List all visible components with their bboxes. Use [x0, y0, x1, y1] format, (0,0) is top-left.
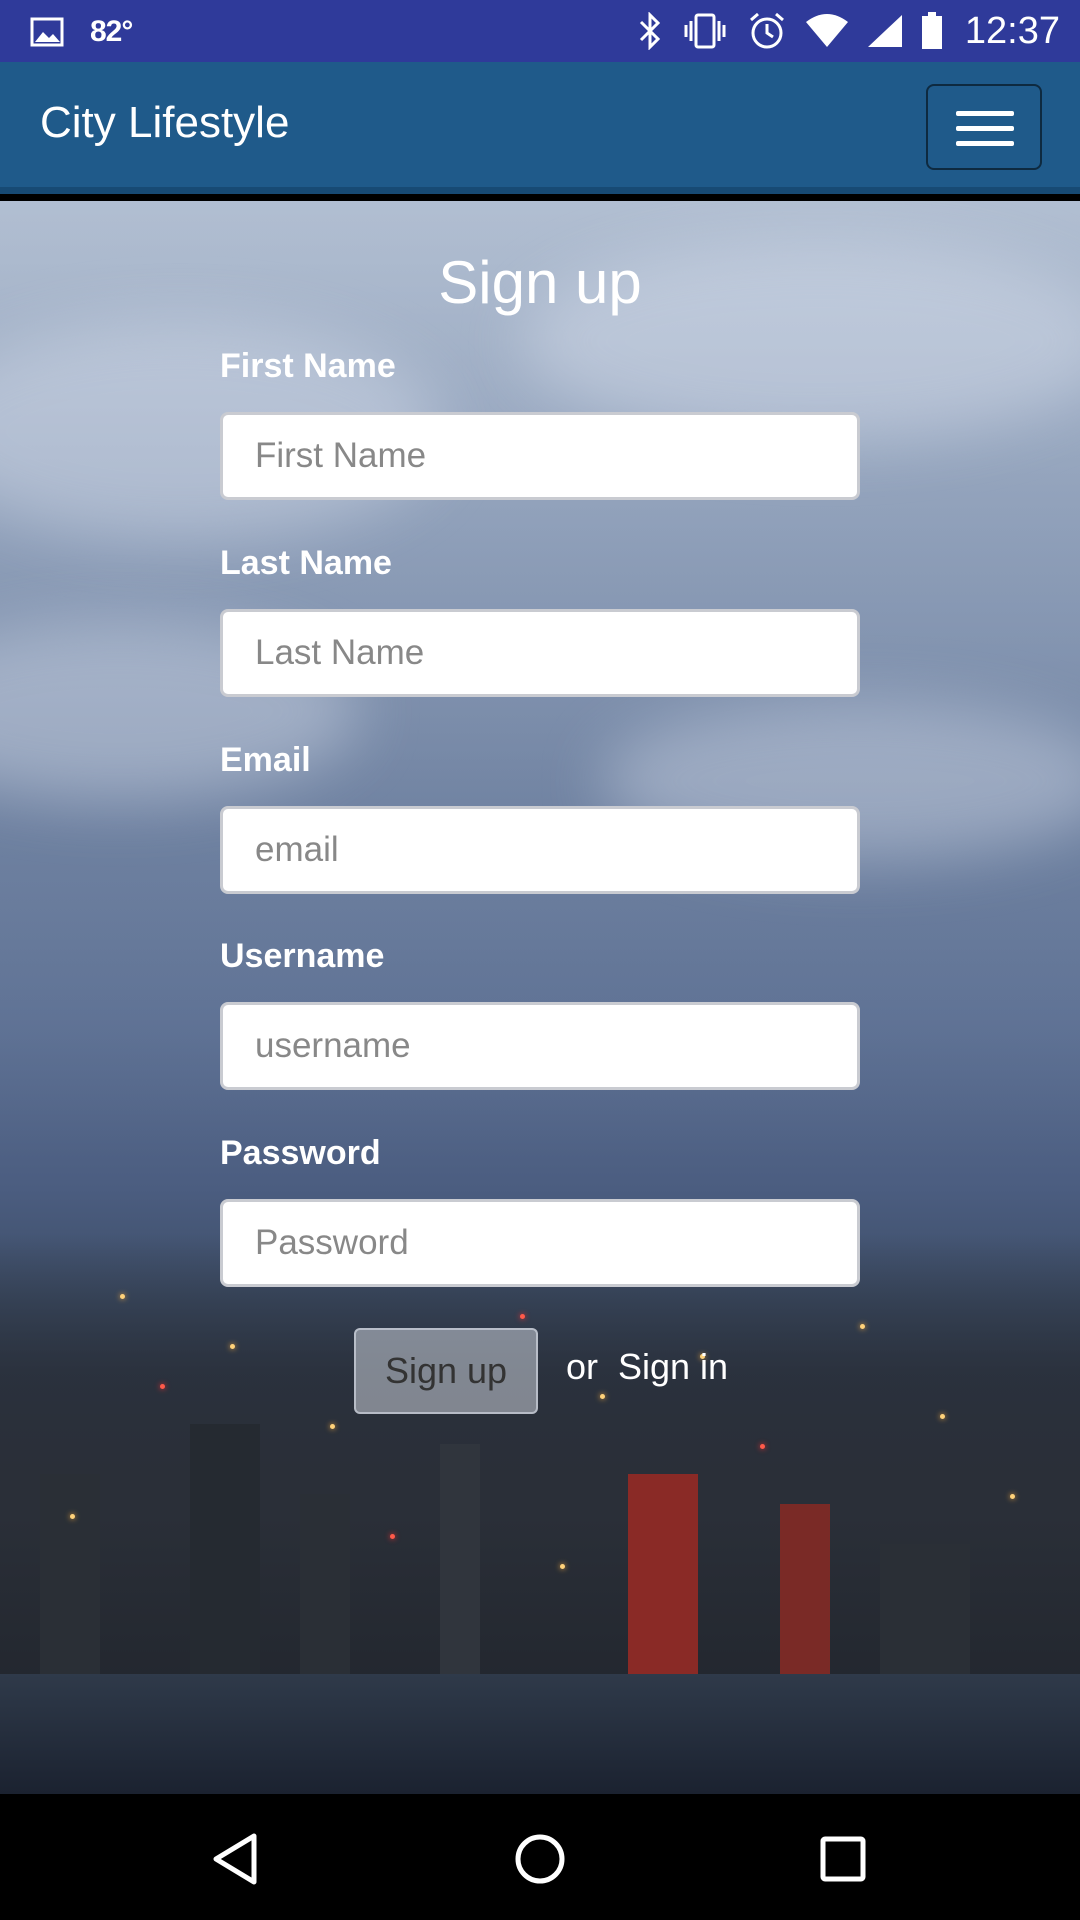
email-label: Email: [220, 741, 311, 779]
signal-icon: [867, 14, 903, 48]
home-icon: [515, 1834, 565, 1884]
wifi-icon: [805, 14, 849, 48]
image-icon: [30, 17, 64, 47]
background-image: Sign up First Name Last Name Email Usern…: [0, 201, 1080, 1794]
recents-icon: [820, 1836, 866, 1882]
password-input[interactable]: [220, 1199, 860, 1287]
last-name-label: Last Name: [220, 544, 392, 582]
password-label: Password: [220, 1134, 381, 1172]
first-name-label: First Name: [220, 347, 396, 385]
menu-button[interactable]: [926, 84, 1042, 170]
username-label: Username: [220, 937, 385, 975]
username-input[interactable]: [220, 1002, 860, 1090]
hamburger-menu-icon-bar: [956, 141, 1014, 146]
hamburger-menu-icon: [956, 111, 1014, 116]
recents-button[interactable]: [808, 1824, 878, 1894]
home-button[interactable]: [505, 1824, 575, 1894]
status-bar: 82° 12:37: [0, 0, 1080, 62]
or-text: or: [566, 1346, 599, 1387]
email-input[interactable]: [220, 806, 860, 894]
clock-text: 12:37: [964, 9, 1060, 52]
back-button[interactable]: [200, 1824, 270, 1894]
signin-link[interactable]: Sign in: [618, 1346, 728, 1388]
page-title: Sign up: [438, 249, 642, 316]
hamburger-menu-icon-bar: [956, 126, 1014, 131]
navigation-bar: [0, 1794, 1080, 1920]
vibrate-icon: [681, 12, 729, 50]
last-name-input[interactable]: [220, 609, 860, 697]
back-icon: [213, 1833, 257, 1885]
bluetooth-icon: [637, 12, 663, 50]
app-title[interactable]: City Lifestyle: [40, 98, 289, 148]
first-name-input[interactable]: [220, 412, 860, 500]
temperature-text: 82°: [90, 15, 133, 48]
alarm-icon: [747, 11, 787, 51]
battery-icon: [921, 12, 943, 50]
city-skyline: [0, 1234, 1080, 1794]
signup-button[interactable]: Sign up: [354, 1328, 538, 1414]
app-bar: City Lifestyle: [0, 62, 1080, 194]
